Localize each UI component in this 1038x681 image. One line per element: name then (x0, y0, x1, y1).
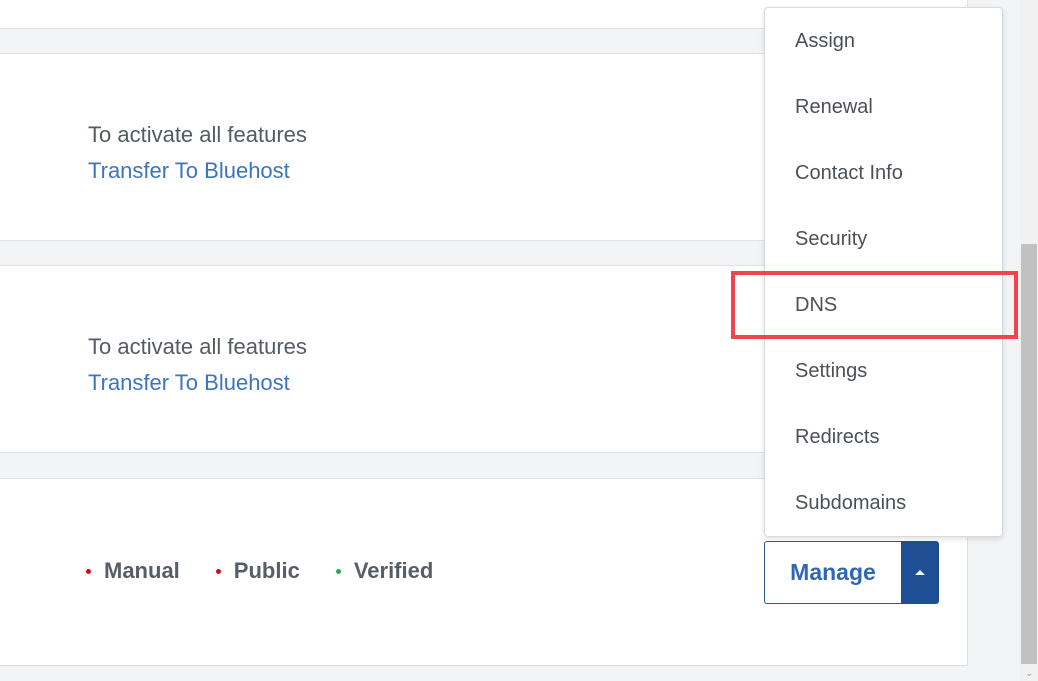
activate-message: To activate all features (88, 334, 307, 359)
domain-status-row: Manual Public Verified (86, 558, 469, 584)
menu-item-subdomains[interactable]: Subdomains (765, 470, 1002, 536)
menu-item-assign[interactable]: Assign (765, 8, 1002, 74)
status-public: Public (215, 558, 300, 584)
manage-button-group: Manage (764, 541, 939, 604)
manage-dropdown-menu: Assign Renewal Contact Info Security DNS… (764, 7, 1003, 537)
scroll-down-icon[interactable]: ⌄ (1025, 669, 1033, 679)
activate-message: To activate all features (88, 122, 307, 147)
activate-notice: To activate all features Transfer To Blu… (88, 329, 307, 401)
status-label: Public (233, 558, 300, 583)
menu-item-contact-info[interactable]: Contact Info (765, 140, 1002, 206)
status-verified: Verified (335, 558, 434, 584)
manage-button[interactable]: Manage (764, 541, 901, 604)
activate-notice: To activate all features Transfer To Blu… (88, 117, 307, 189)
menu-item-renewal[interactable]: Renewal (765, 74, 1002, 140)
transfer-link[interactable]: Transfer To Bluehost (88, 365, 307, 401)
caret-up-icon (915, 570, 925, 575)
page-scrollbar[interactable]: ⌄ (1020, 0, 1038, 681)
status-dot-icon (86, 568, 91, 574)
status-label: Verified (353, 558, 434, 583)
scrollbar-thumb[interactable] (1021, 244, 1037, 664)
menu-item-dns[interactable]: DNS (765, 272, 1002, 338)
status-dot-icon (215, 568, 221, 574)
status-manual: Manual (86, 558, 180, 584)
manage-dropdown-toggle[interactable] (901, 541, 939, 604)
status-dot-icon (335, 568, 341, 574)
status-label: Manual (104, 558, 180, 583)
menu-item-settings[interactable]: Settings (765, 338, 1002, 404)
menu-item-redirects[interactable]: Redirects (765, 404, 1002, 470)
menu-item-security[interactable]: Security (765, 206, 1002, 272)
transfer-link[interactable]: Transfer To Bluehost (88, 153, 307, 189)
